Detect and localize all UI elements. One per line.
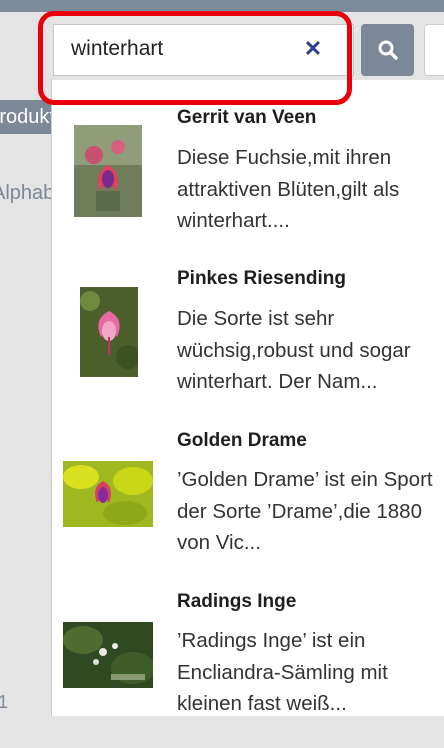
search-suggestions-dropdown: Gerrit van Veen Diese Fuchsie,mit ihren … bbox=[51, 80, 444, 716]
search-input-value[interactable]: winterhart bbox=[71, 37, 163, 61]
suggestion-description: Diese Fuchsie,mit ihren attraktiven Blüt… bbox=[177, 146, 400, 232]
suggestion-item[interactable]: Golden Drame ’Golden Drame’ ist ein Spor… bbox=[52, 426, 444, 586]
suggestion-description: ’Radings Inge’ ist ein Encliandra-Sämlin… bbox=[177, 629, 388, 715]
close-icon[interactable]: ✕ bbox=[302, 38, 324, 60]
left-sidebar: Produkte Alphabetisch 1 bbox=[0, 96, 107, 716]
fuchsia-thumbnail bbox=[74, 125, 142, 217]
side-button[interactable] bbox=[424, 24, 444, 76]
suggestion-description: Die Sorte ist sehr wüchsig,robust und so… bbox=[177, 307, 411, 393]
suggestion-title: Gerrit van Veen bbox=[177, 107, 317, 128]
suggestion-title: Radings Inge bbox=[177, 591, 297, 612]
search-icon bbox=[378, 40, 398, 60]
fuchsia-thumbnail bbox=[63, 461, 153, 527]
suggestion-item[interactable]: Radings Inge ’Radings Inge’ ist ein Encl… bbox=[52, 588, 444, 748]
fuchsia-thumbnail bbox=[63, 622, 153, 688]
search-button[interactable] bbox=[361, 24, 414, 76]
suggestion-title: Golden Drame bbox=[177, 430, 307, 451]
top-bar bbox=[0, 0, 444, 12]
sidebar-page-number: 1 bbox=[0, 692, 9, 712]
fuchsia-thumbnail bbox=[80, 287, 138, 377]
suggestion-item[interactable]: Gerrit van Veen Diese Fuchsie,mit ihren … bbox=[52, 102, 444, 262]
suggestion-title: Pinkes Riesending bbox=[177, 268, 346, 289]
suggestion-item[interactable]: Pinkes Riesending Die Sorte ist sehr wüc… bbox=[52, 264, 444, 424]
sidebar-tab-label: Produkte bbox=[0, 106, 52, 128]
sidebar-tab-products[interactable]: Produkte bbox=[0, 100, 52, 134]
suggestion-description: ’Golden Drame’ ist ein Sport der Sorte ’… bbox=[177, 468, 433, 554]
